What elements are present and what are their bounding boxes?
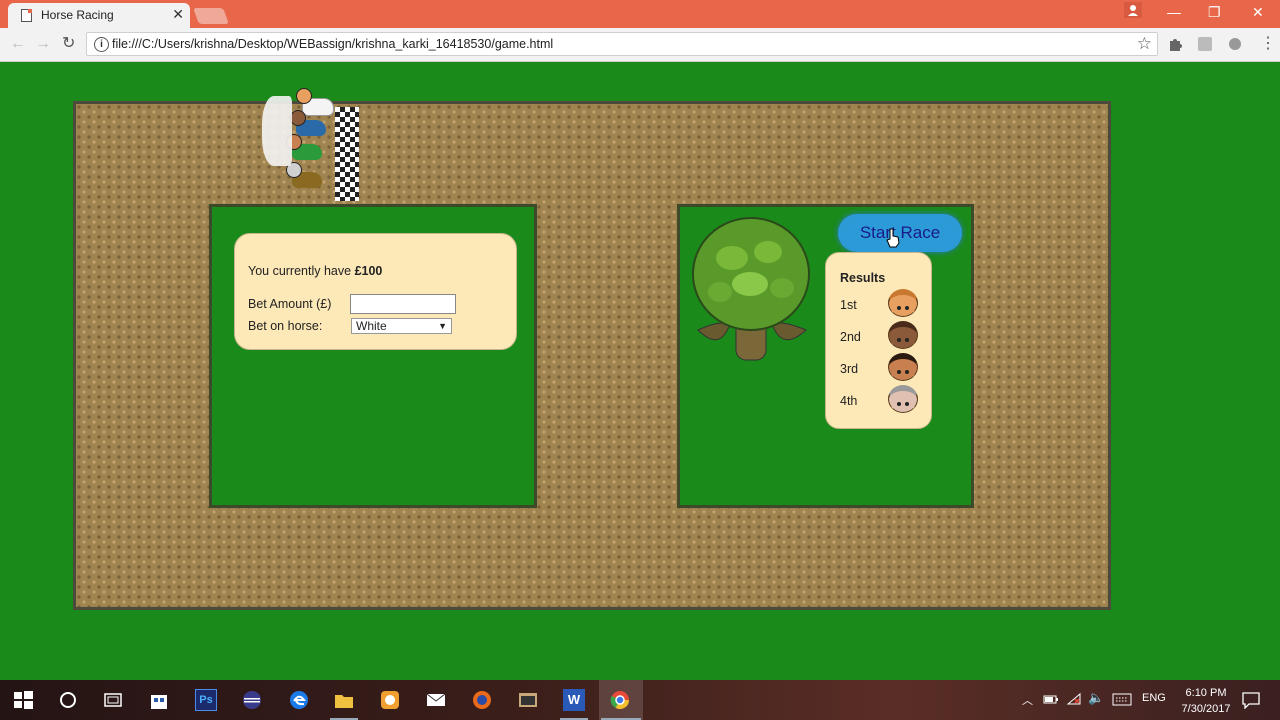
bet-panel: You currently have £100 Bet Amount (£) B… bbox=[234, 233, 517, 350]
bet-horse-label: Bet on horse: bbox=[248, 319, 323, 333]
volume-icon[interactable]: 🔈 bbox=[1088, 690, 1104, 706]
mail-icon[interactable] bbox=[425, 689, 447, 711]
chrome-icon[interactable] bbox=[609, 689, 631, 711]
result-racer-avatar-2 bbox=[888, 321, 918, 349]
store-icon[interactable] bbox=[148, 689, 170, 711]
tab-close-icon[interactable]: ✕ bbox=[172, 6, 184, 22]
money-amount: £100 bbox=[354, 264, 383, 278]
cortana-icon[interactable] bbox=[57, 689, 79, 711]
result-racer-avatar-4 bbox=[888, 385, 918, 413]
keyboard-icon[interactable] bbox=[1112, 693, 1132, 706]
minimize-button[interactable]: — bbox=[1167, 4, 1181, 20]
bookmark-star-icon[interactable]: ☆ bbox=[1137, 34, 1152, 54]
bet-amount-label: Bet Amount (£) bbox=[248, 297, 332, 311]
bet-amount-input[interactable] bbox=[350, 294, 456, 314]
tree-icon bbox=[692, 217, 810, 361]
forward-arrow-icon[interactable]: → bbox=[35, 35, 51, 53]
app-window-icon[interactable] bbox=[517, 689, 539, 711]
photoshop-icon[interactable]: Ps bbox=[195, 689, 217, 711]
network-icon[interactable] bbox=[1066, 692, 1082, 706]
hand-cursor-icon bbox=[886, 228, 900, 248]
results-panel: Results 1st 2nd 3rd 4th bbox=[825, 252, 932, 429]
finish-line bbox=[335, 107, 359, 201]
money-display: You currently have £100 bbox=[248, 264, 382, 278]
result-place-3: 3rd bbox=[840, 362, 859, 376]
reload-icon[interactable]: ↻ bbox=[62, 35, 75, 53]
file-explorer-icon[interactable] bbox=[333, 689, 355, 711]
bet-horse-selected: White bbox=[356, 319, 387, 333]
edge-icon[interactable] bbox=[288, 689, 310, 711]
horse-white-tail bbox=[262, 96, 292, 166]
restore-button[interactable]: ❐ bbox=[1208, 4, 1221, 20]
browser-titlebar: Horse Racing ✕ — ❐ ✕ bbox=[0, 0, 1280, 28]
address-bar[interactable]: i file:///C:/Users/krishna/Desktop/WEBas… bbox=[86, 32, 1158, 56]
language-indicator[interactable]: ENG bbox=[1142, 692, 1166, 704]
profile-icon[interactable] bbox=[1124, 2, 1142, 18]
result-place-2: 2nd bbox=[840, 330, 861, 344]
start-race-button[interactable]: Start Race bbox=[838, 214, 962, 252]
result-place-4: 4th bbox=[840, 394, 858, 408]
task-view-icon[interactable] bbox=[102, 689, 124, 711]
windows-start-icon[interactable] bbox=[12, 689, 34, 711]
battery-icon[interactable] bbox=[1043, 692, 1059, 706]
eclipse-icon[interactable] bbox=[241, 689, 263, 711]
result-place-1: 1st bbox=[840, 298, 857, 312]
word-icon[interactable]: W bbox=[563, 689, 585, 711]
browser-tab[interactable]: Horse Racing ✕ bbox=[8, 3, 190, 28]
app-icon[interactable] bbox=[379, 689, 401, 711]
clock-date: 7/30/2017 bbox=[1181, 703, 1231, 715]
result-racer-avatar-1 bbox=[888, 289, 918, 317]
menu-icon[interactable]: ⋮ bbox=[1260, 35, 1276, 53]
windows-taskbar: Ps W ︿ 🔈 ENG bbox=[0, 680, 1280, 720]
new-tab-button[interactable] bbox=[193, 8, 229, 24]
clock-time: 6:10 PM bbox=[1185, 687, 1227, 699]
racer-brown bbox=[286, 162, 322, 190]
result-racer-avatar-3 bbox=[888, 353, 918, 381]
page-favicon-icon bbox=[21, 9, 32, 22]
extension-puzzle-icon[interactable] bbox=[1168, 37, 1182, 51]
extension-shield-icon[interactable] bbox=[1228, 37, 1242, 51]
info-icon[interactable]: i bbox=[94, 37, 109, 52]
url-text[interactable]: file:///C:/Users/krishna/Desktop/WEBassi… bbox=[112, 37, 553, 51]
browser-toolbar: ← → ↻ i file:///C:/Users/krishna/Desktop… bbox=[0, 28, 1280, 62]
back-arrow-icon[interactable]: ← bbox=[10, 35, 26, 53]
results-title: Results bbox=[840, 271, 886, 285]
notifications-icon[interactable] bbox=[1241, 691, 1261, 709]
taskbar-clock[interactable]: 6:10 PM 7/30/2017 bbox=[1175, 685, 1237, 717]
close-window-button[interactable]: ✕ bbox=[1252, 4, 1264, 20]
select-caret-icon: ▼ bbox=[438, 321, 447, 331]
extension-icon[interactable] bbox=[1198, 37, 1212, 51]
bet-horse-select[interactable]: White ▼ bbox=[351, 318, 452, 334]
money-label: You currently have bbox=[248, 264, 355, 278]
tray-chevron-icon[interactable]: ︿ bbox=[1022, 692, 1033, 708]
firefox-icon[interactable] bbox=[471, 689, 493, 711]
tab-title: Horse Racing bbox=[41, 8, 114, 22]
